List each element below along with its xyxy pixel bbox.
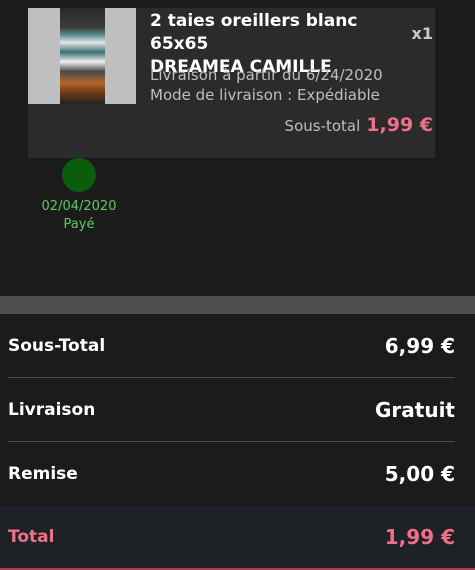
total-label: Total: [8, 527, 55, 547]
product-photo: [60, 8, 105, 104]
summary-row-discount: Remise 5,00 €: [0, 442, 475, 506]
product-title-line1: 2 taies oreillers blanc 65x65: [150, 11, 358, 54]
status-label: Payé: [63, 217, 95, 232]
summary-row-subtotal: Sous-Total 6,99 €: [0, 314, 475, 378]
summary-row-delivery: Livraison Gratuit: [0, 378, 475, 442]
delivery-date: Livraison à partir du 6/24/2020: [150, 66, 383, 84]
summary-label: Livraison: [8, 400, 96, 420]
summary-value: 5,00 €: [384, 462, 455, 486]
summary-value: Gratuit: [375, 398, 455, 422]
status-dot-icon: [62, 158, 96, 192]
section-separator: [0, 296, 475, 314]
total-value: 1,99 €: [384, 525, 455, 549]
item-subtotal-label: Sous-total: [284, 117, 361, 135]
image-padding-right: [105, 8, 136, 104]
item-subtotal: Sous-total 1,99 €: [285, 114, 433, 136]
summary-value: 6,99 €: [384, 334, 455, 358]
order-item-card[interactable]: 2 taies oreillers blanc 65x65 DREAMEA CA…: [28, 8, 435, 158]
summary-row-total: Total 1,99 €: [0, 506, 475, 568]
summary-label: Sous-Total: [8, 336, 106, 356]
delivery-mode: Mode de livraison : Expédiable: [150, 86, 380, 104]
item-subtotal-value: 1,99 €: [366, 114, 433, 136]
product-quantity: x1: [411, 24, 433, 43]
product-image[interactable]: [28, 8, 136, 104]
image-padding-left: [28, 8, 60, 104]
status-date: 02/04/2020: [41, 199, 117, 214]
order-summary: Sous-Total 6,99 € Livraison Gratuit Remi…: [0, 314, 475, 568]
summary-label: Remise: [8, 464, 78, 484]
